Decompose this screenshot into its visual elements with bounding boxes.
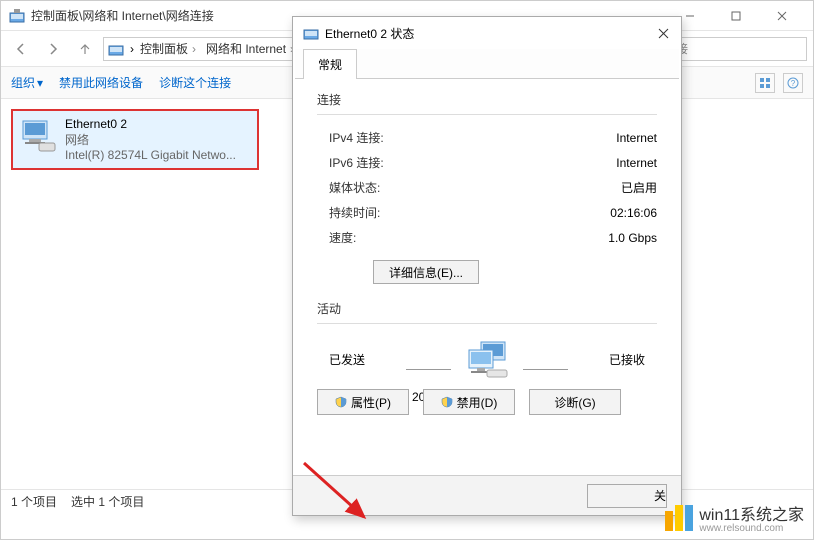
item-count: 1 个项目: [11, 493, 57, 510]
forward-button[interactable]: [39, 35, 67, 63]
back-button[interactable]: [7, 35, 35, 63]
disable-device-button[interactable]: 禁用此网络设备: [59, 74, 143, 91]
shield-icon: [335, 396, 347, 408]
network-adapter-icon: [108, 41, 124, 57]
media-state-label: 媒体状态:: [329, 179, 547, 196]
received-label: 已接收: [609, 351, 645, 368]
ipv4-value: Internet: [547, 131, 657, 145]
ipv4-label: IPv4 连接:: [329, 129, 547, 146]
maximize-button[interactable]: [713, 1, 759, 31]
computers-icon: [463, 340, 511, 378]
duration-label: 持续时间:: [329, 204, 547, 221]
adapter-model: Intel(R) 82574L Gigabit Netwo...: [65, 148, 249, 162]
network-adapter-icon: [21, 117, 57, 153]
organize-menu[interactable]: 组织 ▾: [11, 74, 43, 91]
network-adapter-item[interactable]: Ethernet0 2 网络 Intel(R) 82574L Gigabit N…: [11, 109, 259, 170]
details-button[interactable]: 详细信息(E)...: [373, 260, 479, 284]
properties-button[interactable]: 属性(P): [317, 389, 409, 415]
dialog-close-button[interactable]: 关: [587, 484, 667, 508]
diagnose-button[interactable]: 诊断这个连接: [159, 74, 231, 91]
dialog-footer: 关: [293, 475, 681, 515]
disable-button[interactable]: 禁用(D): [423, 389, 515, 415]
divider: [317, 114, 657, 115]
sent-label: 已发送: [329, 351, 365, 368]
speed-value: 1.0 Gbps: [547, 231, 657, 245]
divider: [317, 323, 657, 324]
selected-count: 选中 1 个项目: [71, 493, 144, 510]
shield-icon: [441, 396, 453, 408]
diagnose-button[interactable]: 诊断(G): [529, 389, 621, 415]
section-activity: 活动: [317, 300, 657, 317]
action-buttons: 属性(P) 禁用(D) 诊断(G): [317, 389, 621, 415]
network-adapter-icon: [303, 25, 319, 41]
dialog-body: 连接 IPv4 连接:Internet IPv6 连接:Internet 媒体状…: [293, 79, 681, 475]
help-icon[interactable]: ?: [783, 73, 803, 93]
up-button[interactable]: [71, 35, 99, 63]
network-adapter-icon: [9, 8, 25, 24]
dialog-title: Ethernet0 2 状态: [325, 25, 645, 42]
svg-text:?: ?: [791, 79, 796, 88]
close-button[interactable]: [759, 1, 805, 31]
status-dialog: Ethernet0 2 状态 常规 连接 IPv4 连接:Internet IP…: [292, 16, 682, 516]
ipv6-value: Internet: [547, 156, 657, 170]
breadcrumb-item[interactable]: 控制面板›: [136, 38, 200, 59]
window-controls: [667, 1, 805, 31]
section-connection: 连接: [317, 91, 657, 108]
ipv6-label: IPv6 连接:: [329, 154, 547, 171]
chevron-right-icon: ›: [130, 42, 134, 56]
view-options-icon[interactable]: [755, 73, 775, 93]
close-button[interactable]: [645, 17, 681, 49]
tab-general[interactable]: 常规: [303, 49, 357, 79]
adapter-name: Ethernet0 2: [65, 117, 249, 131]
dialog-titlebar: Ethernet0 2 状态: [293, 17, 681, 49]
media-state-value: 已启用: [547, 179, 657, 196]
activity-line: [523, 369, 568, 370]
activity-line: [406, 369, 451, 370]
duration-value: 02:16:06: [547, 206, 657, 220]
speed-label: 速度:: [329, 229, 547, 246]
tab-strip: 常规: [295, 49, 679, 79]
breadcrumb-item[interactable]: 网络和 Internet›: [202, 38, 298, 59]
adapter-network: 网络: [65, 131, 249, 148]
